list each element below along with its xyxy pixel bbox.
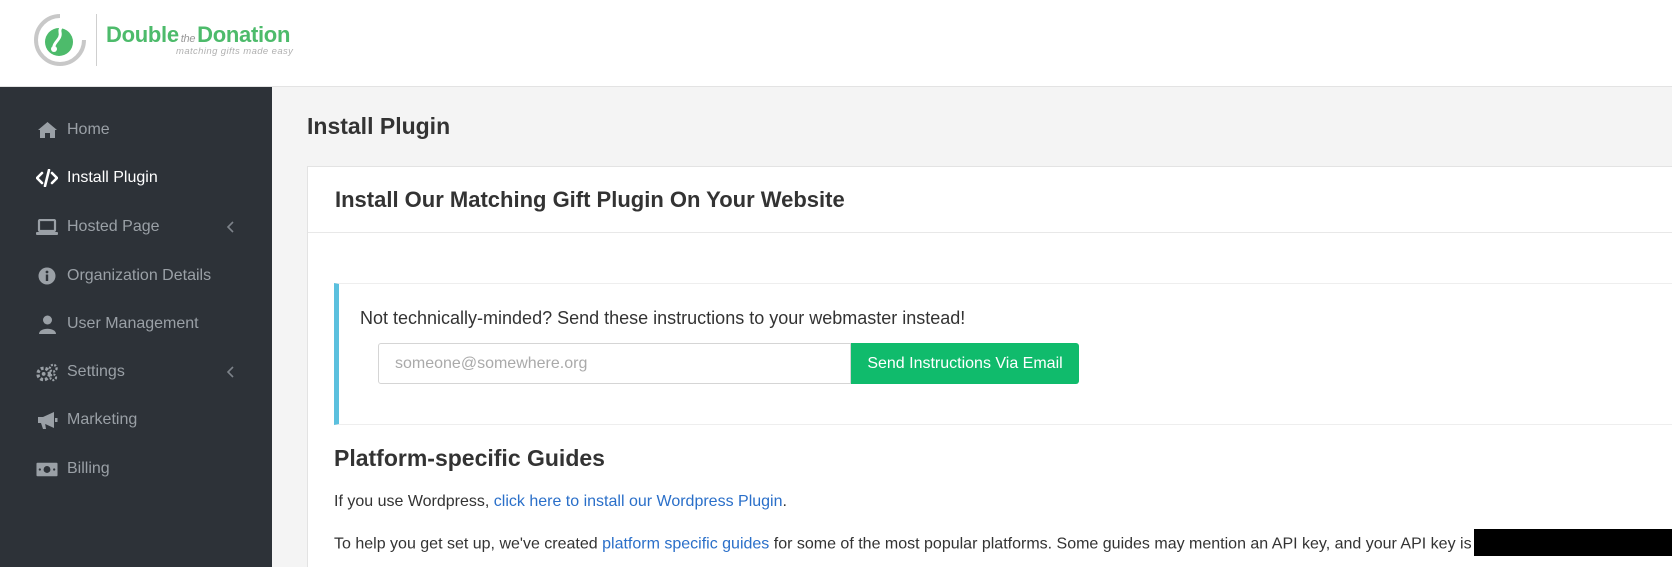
webmaster-callout: Not technically-minded? Send these instr… bbox=[334, 283, 1672, 425]
bullhorn-icon bbox=[36, 409, 58, 431]
logo-title-double: Double bbox=[106, 21, 179, 47]
card-header: Install Our Matching Gift Plugin On Your… bbox=[308, 167, 1672, 233]
brand-logo[interactable]: Double theDonation matching gifts made ea… bbox=[32, 12, 293, 68]
install-plugin-card: Install Our Matching Gift Plugin On Your… bbox=[307, 166, 1672, 567]
logo-title-donation: Donation bbox=[197, 21, 291, 47]
sidebar-item-marketing[interactable]: Marketing bbox=[0, 398, 272, 442]
platform-guides-link[interactable]: platform specific guides bbox=[602, 536, 769, 553]
page-title: Install Plugin bbox=[307, 113, 451, 139]
sidebar-item-install-plugin[interactable]: Install Plugin bbox=[0, 156, 272, 200]
sidebar: Home Install Plugin Hosted Page Organiza… bbox=[0, 87, 272, 567]
main-content: Install Plugin Install Our Matching Gift… bbox=[272, 87, 1672, 567]
chevron-left-icon bbox=[224, 219, 236, 235]
sidebar-item-billing[interactable]: Billing bbox=[0, 447, 272, 491]
sidebar-item-label: Settings bbox=[67, 363, 125, 380]
paragraph-text: . bbox=[782, 493, 787, 510]
wordpress-plugin-link[interactable]: click here to install our Wordpress Plug… bbox=[494, 493, 783, 510]
laptop-icon bbox=[36, 216, 58, 238]
money-icon bbox=[36, 458, 58, 480]
guides-title: Platform-specific Guides bbox=[334, 445, 605, 471]
sidebar-item-label: Marketing bbox=[67, 411, 138, 428]
webmaster-email-input[interactable] bbox=[378, 343, 851, 384]
paragraph-text: for some of the most popular platforms. … bbox=[769, 535, 1472, 553]
guides-paragraph: To help you get set up, we've created pl… bbox=[334, 529, 1672, 556]
sidebar-item-label: Billing bbox=[67, 460, 110, 477]
sidebar-item-label: Organization Details bbox=[67, 267, 212, 284]
paragraph-text: If you use Wordpress, bbox=[334, 493, 494, 510]
logo-title-the: the bbox=[180, 32, 196, 45]
chevron-left-icon bbox=[224, 364, 236, 380]
info-icon bbox=[36, 265, 58, 287]
code-icon bbox=[36, 167, 58, 189]
paragraph-text: To help you get set up, we've created bbox=[334, 535, 603, 553]
send-instructions-button[interactable]: Send Instructions Via Email bbox=[851, 343, 1079, 384]
user-icon bbox=[36, 313, 58, 335]
logo-text: Double theDonation matching gifts made ea… bbox=[106, 21, 294, 57]
sidebar-item-organization-details[interactable]: Organization Details bbox=[0, 254, 272, 298]
sidebar-item-settings[interactable]: Settings bbox=[0, 350, 272, 394]
logo-tagline: matching gifts made easy bbox=[176, 45, 294, 57]
logo-title: Double theDonation bbox=[106, 21, 293, 47]
sidebar-item-label: Home bbox=[67, 121, 110, 138]
wordpress-paragraph: If you use Wordpress, click here to inst… bbox=[334, 493, 787, 511]
sidebar-item-label: Hosted Page bbox=[67, 218, 160, 235]
sidebar-item-label: User Management bbox=[67, 315, 199, 332]
sidebar-item-home[interactable]: Home bbox=[0, 108, 272, 152]
sidebar-item-label: Install Plugin bbox=[67, 169, 158, 186]
gears-icon bbox=[36, 361, 58, 383]
logo-mark-icon bbox=[34, 13, 87, 66]
sidebar-item-hosted-page[interactable]: Hosted Page bbox=[0, 205, 272, 249]
top-header: Double theDonation matching gifts made ea… bbox=[0, 0, 1672, 87]
sidebar-item-user-management[interactable]: User Management bbox=[0, 302, 272, 346]
home-icon bbox=[36, 119, 58, 141]
callout-text: Not technically-minded? Send these instr… bbox=[360, 308, 966, 328]
logo-divider bbox=[96, 14, 97, 66]
card-title: Install Our Matching Gift Plugin On Your… bbox=[335, 187, 845, 212]
redacted-api-key bbox=[1473, 529, 1672, 556]
